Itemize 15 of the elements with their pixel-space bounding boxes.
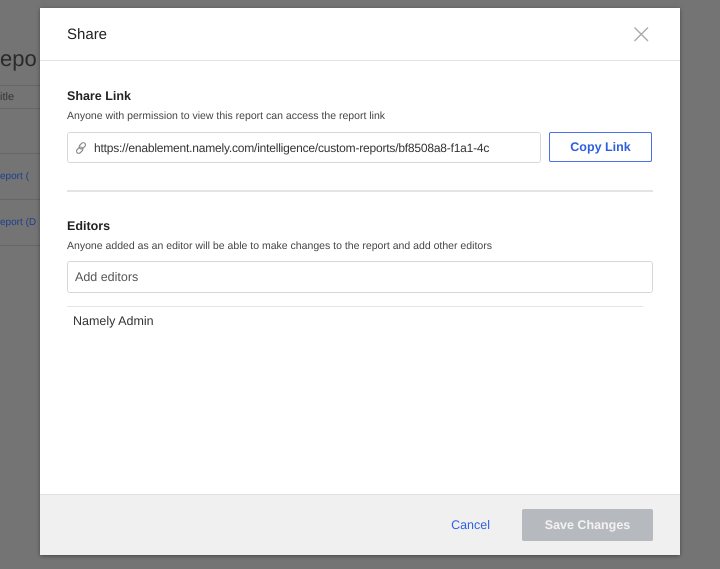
- section-description: Anyone added as an editor will be able to make changes to the report and add other editors: [67, 240, 493, 252]
- close-button[interactable]: ×: [630, 20, 653, 48]
- section-description: Anyone with permission to view this report can access the report link: [67, 110, 386, 122]
- editor-name: Namely Admin: [72, 313, 155, 330]
- link-icon: [74, 140, 88, 154]
- report-link[interactable]: eport (D: [0, 217, 36, 228]
- section-heading: Share Link: [67, 89, 132, 103]
- section-heading: Editors: [67, 219, 112, 233]
- add-editors-field[interactable]: Add editors: [67, 261, 653, 293]
- dialog-title: Share: [67, 26, 108, 42]
- report-link[interactable]: eport (: [0, 171, 29, 182]
- cancel-button[interactable]: Cancel: [443, 518, 498, 532]
- link-field[interactable]: https://enablement.namely.com/intelligence/custom-reports/bf8508a8-f1a1-4c: [67, 132, 541, 163]
- copy-link-button[interactable]: Copy Link: [549, 132, 652, 162]
- page-heading: epo: [0, 45, 38, 73]
